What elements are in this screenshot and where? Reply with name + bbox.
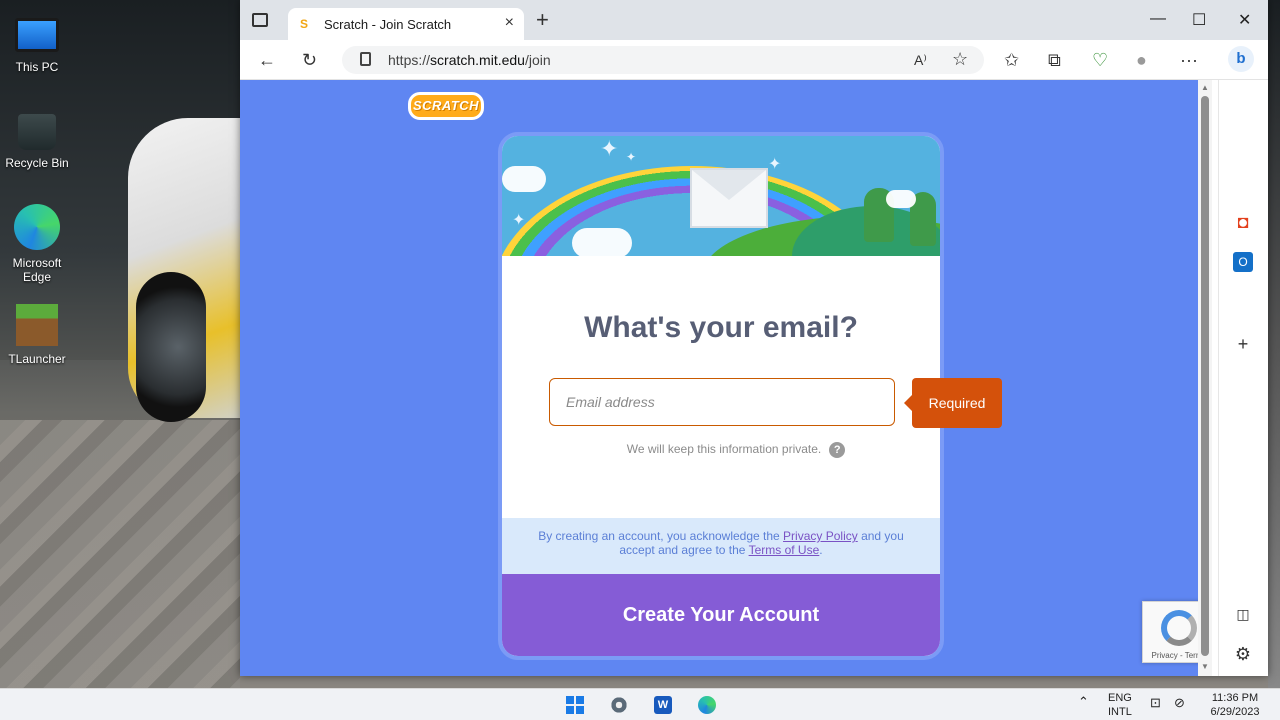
edge-sidebar: ◘ O + ◫ ⚙ bbox=[1218, 80, 1268, 676]
system-clock[interactable]: 11:36 PM 6/29/2023 bbox=[1200, 691, 1270, 719]
url-scheme: https:// bbox=[388, 52, 431, 68]
close-window-icon[interactable]: ✕ bbox=[1238, 10, 1251, 30]
recaptcha-badge[interactable]: Privacy - Terms bbox=[1142, 601, 1198, 663]
sparkle-icon: ✦ bbox=[626, 150, 637, 164]
clock-time: 11:36 PM bbox=[1211, 692, 1259, 704]
recaptcha-links[interactable]: Privacy - Terms bbox=[1143, 651, 1198, 660]
favorite-star-icon[interactable]: ☆ bbox=[952, 48, 968, 70]
email-field[interactable] bbox=[549, 378, 895, 426]
bing-copilot-icon[interactable]: b bbox=[1228, 46, 1254, 72]
settings-app-icon[interactable] bbox=[610, 696, 628, 714]
read-aloud-icon[interactable]: A⁾ bbox=[914, 49, 927, 71]
refresh-icon[interactable]: ↻ bbox=[302, 49, 317, 71]
cloud-illustration bbox=[572, 228, 632, 256]
language-code: ENG bbox=[1108, 692, 1132, 704]
minimize-icon[interactable]: — bbox=[1150, 10, 1166, 28]
favorites-icon[interactable]: ✩ bbox=[1004, 49, 1019, 71]
add-sidebar-app-icon[interactable]: + bbox=[1233, 334, 1253, 354]
desktop-icon-recycle-bin[interactable]: Recycle Bin bbox=[4, 106, 70, 170]
tab-scratch-join[interactable]: S Scratch - Join Scratch × bbox=[288, 8, 524, 40]
more-options-icon[interactable]: ··· bbox=[1180, 49, 1198, 71]
legal-notice: By creating an account, you acknowledge … bbox=[502, 518, 940, 574]
cloud-illustration bbox=[502, 166, 546, 192]
scratch-logo[interactable]: SCRATCH bbox=[408, 92, 484, 120]
computer-icon bbox=[15, 18, 59, 52]
lock-icon[interactable] bbox=[360, 52, 371, 66]
new-tab-icon[interactable]: + bbox=[536, 9, 549, 31]
word-app-icon[interactable]: W bbox=[654, 696, 672, 714]
back-icon[interactable]: ← bbox=[258, 49, 276, 71]
taskbar: W ⌃ ENG INTL ⊡ ⊘ 11:36 PM 6/29/2023 bbox=[0, 688, 1280, 720]
desktop-icon-label: This PC bbox=[15, 60, 59, 74]
sparkle-icon: ✦ bbox=[600, 136, 619, 161]
join-banner-illustration: ✦ ✦ ✦ ✦ bbox=[502, 136, 940, 256]
profile-icon[interactable]: ● bbox=[1136, 49, 1147, 71]
sidebar-toggle-icon[interactable]: ◫ bbox=[1233, 604, 1253, 624]
scrollbar-thumb[interactable] bbox=[1201, 96, 1209, 656]
wallpaper-edge bbox=[1268, 0, 1280, 688]
terms-of-use-link[interactable]: Terms of Use bbox=[749, 543, 820, 557]
volume-icon[interactable]: ⊘ bbox=[1174, 695, 1185, 711]
desktop-icon-edge[interactable]: Microsoft Edge bbox=[4, 204, 70, 284]
wallpaper-ground bbox=[0, 420, 240, 688]
url-path: /join bbox=[524, 52, 551, 68]
address-bar[interactable]: https://scratch.mit.edu/join A⁾ ☆ bbox=[342, 46, 984, 74]
show-hidden-icons-icon[interactable]: ⌃ bbox=[1078, 694, 1089, 710]
privacy-policy-link[interactable]: Privacy Policy bbox=[783, 529, 858, 543]
scroll-down-icon[interactable]: ▼ bbox=[1201, 662, 1209, 671]
cloud-illustration bbox=[886, 190, 916, 208]
privacy-hint: We will keep this information private.? bbox=[502, 442, 940, 458]
required-tooltip: Required bbox=[904, 378, 1002, 428]
network-icon[interactable]: ⊡ bbox=[1150, 695, 1161, 711]
privacy-hint-text: We will keep this information private. bbox=[626, 442, 822, 457]
create-account-button[interactable]: Create Your Account bbox=[502, 574, 940, 656]
scratch-join-page: SCRATCH ✦ ✦ ✦ ✦ What's your email? W bbox=[240, 80, 1198, 676]
desktop-icon-this-pc[interactable]: This PC bbox=[4, 12, 70, 74]
recycle-bin-icon bbox=[18, 114, 56, 150]
join-card: ✦ ✦ ✦ ✦ What's your email? We will keep … bbox=[498, 132, 944, 660]
maximize-icon[interactable]: ☐ bbox=[1192, 10, 1206, 30]
help-icon[interactable]: ? bbox=[829, 442, 846, 458]
tab-actions-icon[interactable] bbox=[252, 13, 268, 27]
tab-title: Scratch - Join Scratch bbox=[324, 17, 452, 32]
edge-icon bbox=[14, 204, 60, 250]
clock-date: 6/29/2023 bbox=[1210, 706, 1260, 718]
outlook-icon[interactable]: O bbox=[1233, 252, 1253, 272]
keyboard-layout: INTL bbox=[1108, 706, 1132, 718]
scratch-favicon-icon: S bbox=[300, 17, 309, 31]
sparkle-icon: ✦ bbox=[768, 156, 782, 173]
collections-icon[interactable]: ⧉ bbox=[1048, 49, 1061, 71]
title-bar: S Scratch - Join Scratch × + — ☐ ✕ bbox=[240, 0, 1268, 40]
language-indicator[interactable]: ENG INTL bbox=[1108, 691, 1132, 719]
desktop-icon-label: Microsoft Edge bbox=[12, 256, 62, 284]
tab-close-icon[interactable]: × bbox=[505, 14, 514, 32]
page-title: What's your email? bbox=[584, 311, 858, 344]
sidebar-settings-icon[interactable]: ⚙ bbox=[1233, 644, 1253, 664]
minecraft-block-icon bbox=[16, 304, 58, 346]
url-host: scratch.mit.edu bbox=[430, 52, 525, 68]
scroll-up-icon[interactable]: ▲ bbox=[1201, 83, 1209, 92]
sparkle-icon: ✦ bbox=[512, 212, 526, 229]
desktop-icon-label: TLauncher bbox=[8, 352, 66, 366]
browser-toolbar: ← ↻ https://scratch.mit.edu/join A⁾ ☆ ✩ … bbox=[240, 40, 1268, 80]
start-icon[interactable] bbox=[566, 696, 584, 714]
url-text: https://scratch.mit.edu/join bbox=[388, 52, 551, 68]
browser-window: S Scratch - Join Scratch × + — ☐ ✕ ← ↻ h… bbox=[240, 0, 1268, 676]
browser-essentials-icon[interactable]: ♡ bbox=[1092, 49, 1108, 71]
wallpaper-wheel bbox=[136, 272, 206, 422]
legal-text-end: . bbox=[819, 543, 823, 557]
page-scrollbar[interactable]: ▲ ▼ bbox=[1198, 80, 1212, 676]
legal-text-start: By creating an account, you acknowledge … bbox=[538, 529, 784, 543]
desktop-icon-tlauncher[interactable]: TLauncher bbox=[4, 302, 70, 366]
desktop-icon-label: Recycle Bin bbox=[5, 156, 69, 170]
edge-taskbar-icon[interactable] bbox=[698, 696, 716, 714]
office-icon[interactable]: ◘ bbox=[1233, 212, 1253, 232]
envelope-icon bbox=[690, 168, 768, 228]
recaptcha-icon bbox=[1161, 610, 1197, 646]
